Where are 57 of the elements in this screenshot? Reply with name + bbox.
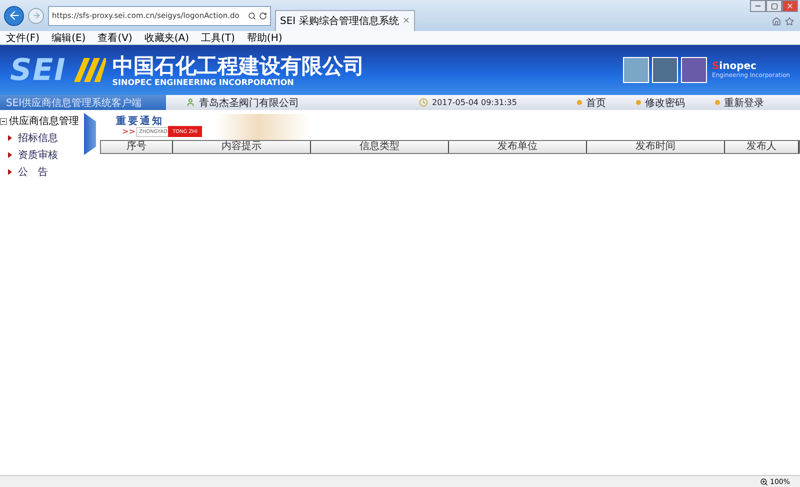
menu-item[interactable]: 文件(F) [6,30,40,44]
photo-placeholder [680,57,707,83]
sidebar-handle[interactable] [84,113,96,155]
column-header: 内容提示 [173,141,311,153]
nav-link[interactable]: 首页 [576,96,606,110]
refresh-icon[interactable] [259,12,267,20]
search-icon[interactable] [248,12,256,20]
browser-tab[interactable]: SEI 采购综合管理信息系统 × [275,10,415,31]
close-icon [786,2,794,10]
forward-arrow-icon [32,11,40,20]
column-header: 序号 [101,141,173,153]
user-icon [186,98,195,107]
bullet-icon [576,100,582,105]
sidebar-title: 供应商信息管理 [9,114,79,128]
nav-link[interactable]: 修改密码 [636,96,685,110]
double-arrow: >> [122,127,136,136]
menu-item[interactable]: 收藏夹(A) [144,30,189,44]
bullet-icon [8,152,12,158]
menu-item[interactable]: 查看(V) [98,30,132,44]
zoom-icon[interactable] [760,478,768,486]
brand-name: Sinopec [712,61,758,72]
column-header: 发布时间 [587,141,725,153]
sidebar-item[interactable]: 资质审核 [0,148,84,162]
nav-link[interactable]: 重新登录 [714,96,764,110]
menu-item[interactable]: 编辑(E) [52,30,86,44]
back-arrow-icon [8,9,20,22]
clock-icon [419,98,428,107]
sidebar-item[interactable]: 招标信息 [0,131,84,145]
star-icon[interactable] [785,17,794,26]
company-name-english: SINOPEC ENGINEERING INCORPORATION [112,78,295,86]
close-button[interactable] [782,0,798,12]
collapse-toggle[interactable] [0,118,7,124]
bullet-icon [636,100,641,105]
minimize-button[interactable] [750,0,766,12]
column-header: 信息类型 [311,141,449,153]
company-name: 中国石化工程建设有限公司 [112,54,364,78]
menu-item[interactable]: 工具(T) [201,30,235,44]
restore-icon [770,2,778,10]
column-header: 发布单位 [449,141,587,153]
company-label: 青岛杰圣阀门有限公司 [199,96,299,110]
bullet-icon [8,169,12,175]
back-button[interactable] [4,6,24,26]
tab-close[interactable]: × [402,16,410,26]
menu-item[interactable]: 帮助(H) [246,30,282,44]
sidebar-item[interactable]: 公 告 [0,165,84,179]
home-icon[interactable] [772,17,781,26]
column-header: 发布人 [725,141,799,153]
notice-title: 重要通知 [116,114,164,128]
bullet-icon [714,100,720,105]
restore-button[interactable] [766,0,782,12]
photo-placeholder [652,57,678,83]
bullet-icon [8,135,12,141]
datetime: 2017-05-04 09:31:35 [432,98,517,107]
photo-placeholder [622,57,649,83]
logo-text: SEI [10,52,66,88]
system-name: SEI供应商信息管理系统客户端 [0,95,166,110]
slash-logo-icon [72,58,106,82]
